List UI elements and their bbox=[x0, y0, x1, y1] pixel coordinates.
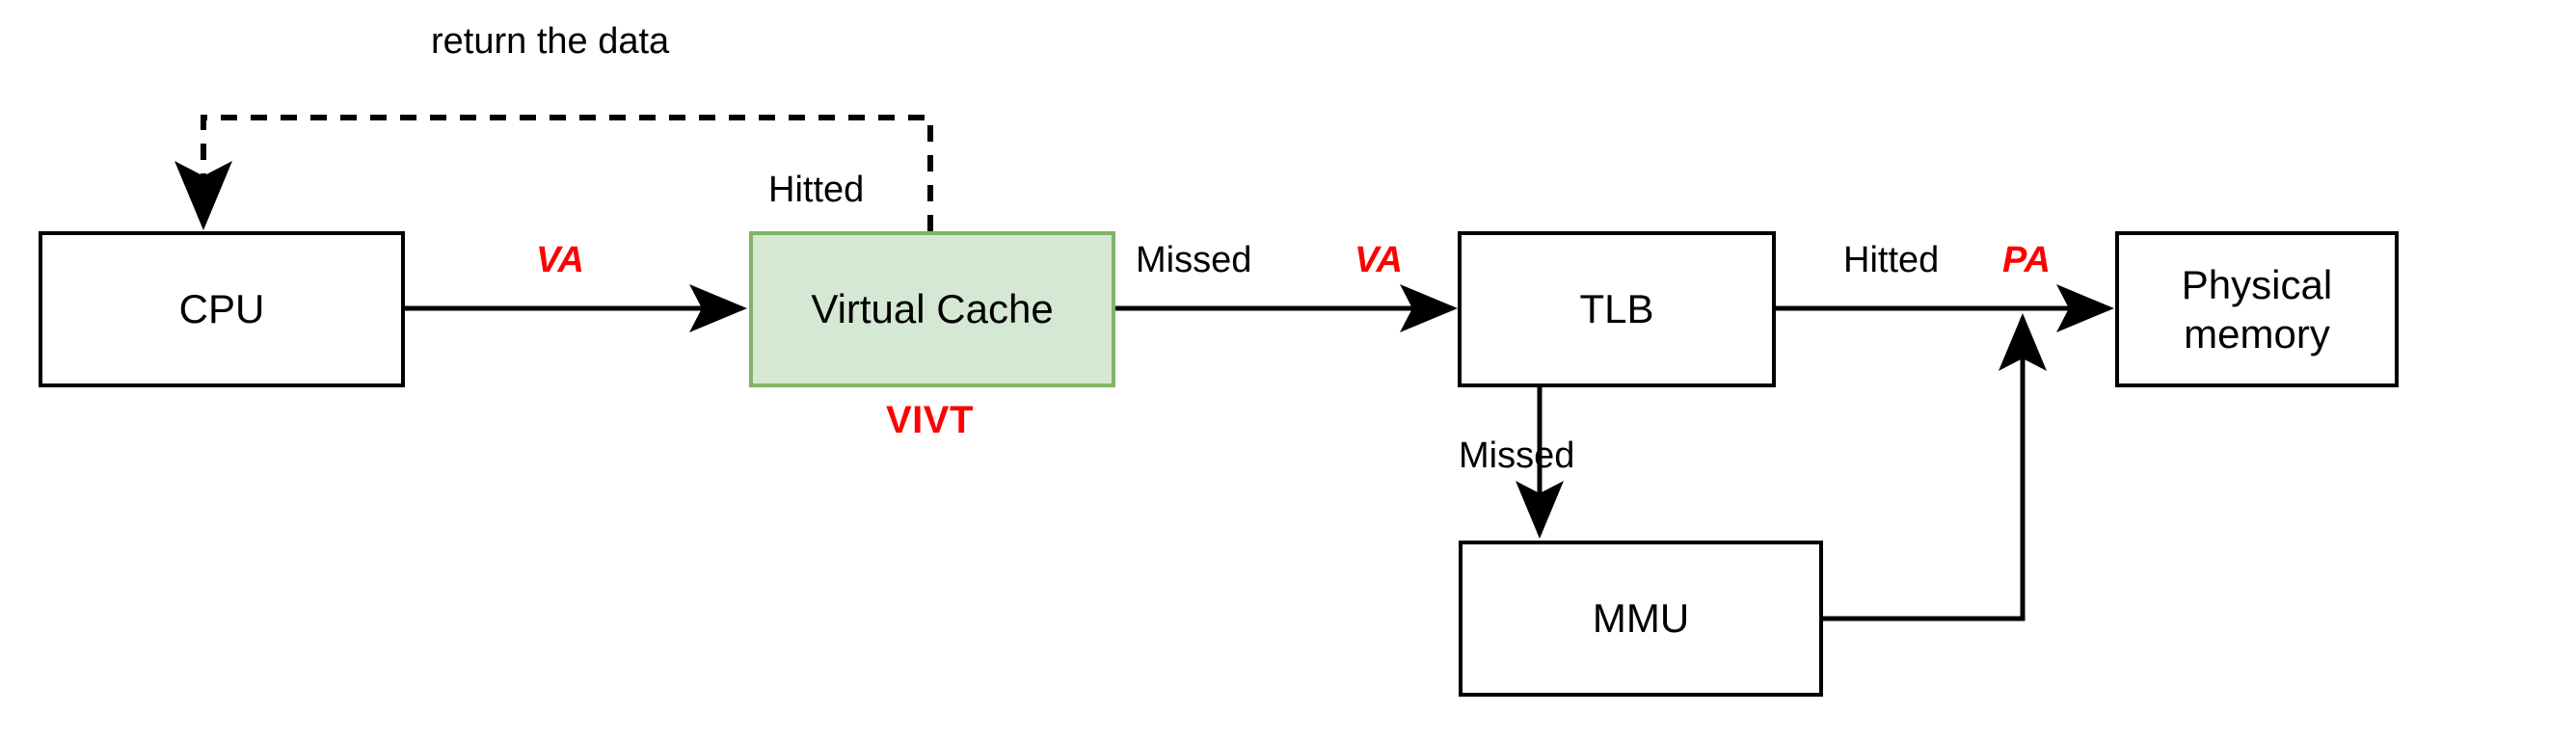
edge-label-va-cpu-to-cache: VA bbox=[536, 240, 584, 280]
node-tlb[interactable]: TLB bbox=[1458, 231, 1776, 387]
node-virtual-cache[interactable]: Virtual Cache bbox=[749, 231, 1115, 387]
node-mmu-label: MMU bbox=[1592, 595, 1690, 642]
edge-label-va-cache-to-tlb: VA bbox=[1355, 240, 1403, 280]
edge-label-hitted-cache: Hitted bbox=[768, 170, 865, 210]
edge-label-pa-tlb-to-memory: PA bbox=[2002, 240, 2051, 280]
node-physical-memory-label: Physical memory bbox=[2181, 261, 2333, 357]
node-mmu[interactable]: MMU bbox=[1459, 541, 1823, 697]
diagram-canvas: CPU Virtual Cache TLB MMU Physical memor… bbox=[0, 0, 2576, 740]
node-cpu[interactable]: CPU bbox=[39, 231, 405, 387]
node-tlb-label: TLB bbox=[1579, 286, 1654, 332]
edge-label-vivt: VIVT bbox=[886, 399, 974, 441]
edge-label-missed-cache: Missed bbox=[1136, 240, 1252, 280]
node-virtual-cache-label: Virtual Cache bbox=[811, 286, 1054, 332]
edge-label-return-the-data: return the data bbox=[431, 21, 670, 62]
edge-label-missed-tlb: Missed bbox=[1459, 436, 1575, 476]
edge-label-hitted-tlb: Hitted bbox=[1843, 240, 1940, 280]
node-cpu-label: CPU bbox=[178, 286, 265, 332]
node-physical-memory[interactable]: Physical memory bbox=[2115, 231, 2399, 387]
edge-mmu-to-pa-path bbox=[1822, 313, 2047, 621]
